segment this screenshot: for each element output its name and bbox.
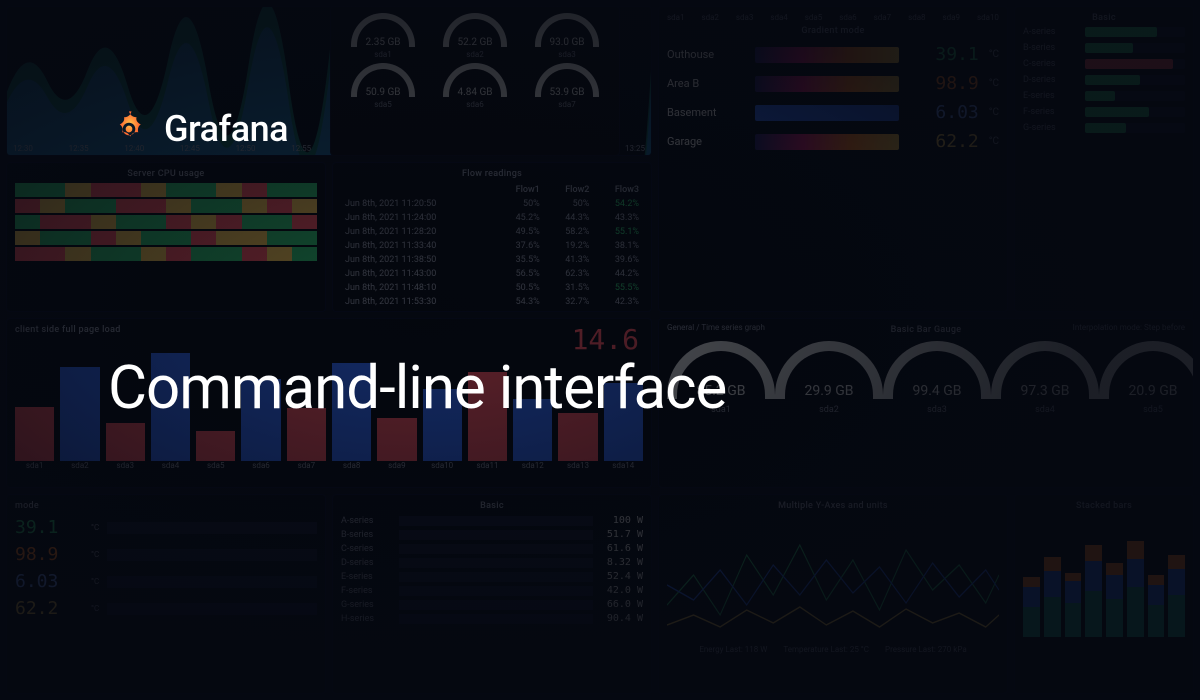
- vignette-overlay: [0, 0, 1200, 700]
- grafana-logo-icon: [108, 108, 150, 150]
- brand-name: Grafana: [164, 108, 288, 150]
- page-title: Command-line interface: [108, 352, 726, 423]
- brand: Grafana: [108, 108, 288, 150]
